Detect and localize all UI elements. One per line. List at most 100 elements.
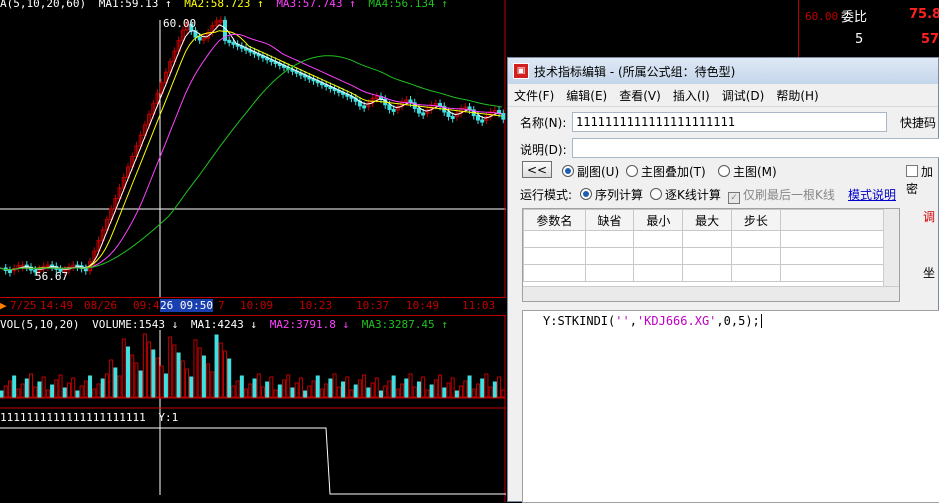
col-blank <box>779 209 899 231</box>
volume-bar <box>336 386 341 398</box>
volume-bar <box>121 338 126 398</box>
volume-bar <box>147 341 152 398</box>
ma4-line <box>0 55 502 271</box>
vol-legend-ma1: MA1:4243 ↓ <box>190 318 258 331</box>
quote-row-value: 57 <box>921 32 939 47</box>
col-param-name: 参数名 <box>523 209 586 231</box>
volume-bar <box>353 384 358 398</box>
menu-help[interactable]: 帮助(H) <box>770 87 824 104</box>
volume-bar <box>374 377 379 398</box>
table-vscrollbar[interactable] <box>883 209 899 287</box>
vol-legend-ma3: MA3:3287.45 ↑ <box>361 318 448 331</box>
volume-bar <box>71 377 76 398</box>
refresh-last-label: 仅刷最后一根K线 <box>743 188 835 202</box>
volume-bar <box>92 388 97 398</box>
volume-bar <box>79 385 84 398</box>
time-label: 10:23 <box>299 299 333 312</box>
volume-bar <box>185 368 190 398</box>
radio-mainchart[interactable]: 主图(M) <box>718 163 777 180</box>
volume-bar <box>341 381 346 398</box>
menu-debug[interactable]: 调试(D) <box>716 87 771 104</box>
time-label: 7 <box>218 299 225 312</box>
param-table[interactable]: 参数名 缺省 最小 最大 步长 <box>522 208 900 302</box>
time-label: 10:49 <box>406 299 440 312</box>
volume-bar <box>172 344 177 398</box>
time-label: 09:4 <box>133 299 160 312</box>
volume-bar <box>256 373 261 398</box>
volume-bar <box>332 373 337 398</box>
volume-bar <box>159 365 164 398</box>
candle-body <box>197 36 202 41</box>
volume-bar <box>239 375 244 398</box>
radio-mainchart-label: 主图(M) <box>733 165 777 179</box>
volume-bar <box>62 387 67 398</box>
vol-legend-name: VOL(5,10,20) <box>0 318 80 331</box>
volume-legend: VOL(5,10,20) VOLUME:1543 ↓ MA1:4243 ↓ MA… <box>0 318 454 331</box>
formula-editor[interactable]: Y:STKINDI('','KDJ666.XG',0,5); <box>522 310 939 503</box>
volume-bar <box>66 382 71 398</box>
radio-per-bar[interactable]: 逐K线计算 <box>650 186 721 203</box>
volume-bar <box>201 355 206 398</box>
price-legend-ma3: MA3:57.743 ↑ <box>276 0 356 10</box>
volume-bar <box>471 388 476 398</box>
candle-body <box>391 108 396 112</box>
volume-bar <box>480 378 485 398</box>
volume-bar <box>408 373 413 398</box>
formula-code[interactable]: Y:STKINDI('','KDJ666.XG',0,5); <box>543 314 760 328</box>
mode-help-link[interactable]: 模式说明 <box>848 186 896 203</box>
volume-bar <box>0 390 4 398</box>
volume-bar <box>75 390 80 398</box>
menu-insert[interactable]: 插入(I) <box>667 87 716 104</box>
time-label: 10:37 <box>356 299 390 312</box>
volume-bar <box>404 378 409 398</box>
price-legend: A(5,10,20,60) MA1:59.13 ↑ MA2:58.723 ↑ M… <box>0 0 454 10</box>
radio-subchart[interactable]: 副图(U) <box>562 163 619 180</box>
ma2-line <box>0 30 502 271</box>
volume-bar <box>235 380 240 398</box>
candle-body <box>501 113 506 120</box>
menu-file[interactable]: 文件(F) <box>508 87 560 104</box>
radio-overlay[interactable]: 主图叠加(T) <box>626 163 706 180</box>
chart-area[interactable] <box>0 0 507 502</box>
desc-input[interactable] <box>572 138 939 158</box>
table-hscrollbar[interactable] <box>523 286 899 301</box>
volume-bar <box>37 381 42 398</box>
refresh-last-checkbox[interactable]: ✓ 仅刷最后一根K线 <box>728 186 835 204</box>
dialog-title: 技术指标编辑 - (所属公式组：待色型) <box>534 64 736 79</box>
candle-body <box>231 41 236 45</box>
dialog-titlebar[interactable]: ▣ 技术指标编辑 - (所属公式组：待色型) <box>508 58 938 84</box>
quote-panel: 60.00 委比 75.8 5 57 <box>798 0 939 57</box>
volume-bar <box>151 349 156 398</box>
price-legend-name: A(5,10,20,60) <box>0 0 87 10</box>
collapse-button[interactable]: << <box>522 161 552 178</box>
menu-edit[interactable]: 编辑(E) <box>560 87 613 104</box>
time-cursor-label: 26 09:50 <box>160 299 213 312</box>
param-table-header: 参数名 缺省 最小 最大 步长 <box>523 209 899 231</box>
volume-bar <box>88 375 93 398</box>
indicator-line <box>0 427 506 495</box>
ma1-line <box>0 24 502 271</box>
radio-per-bar-label: 逐K线计算 <box>665 188 721 202</box>
radio-sequence-label: 序列计算 <box>595 188 644 202</box>
weibi-label: 委比 <box>841 10 868 25</box>
indicator-editor-dialog[interactable]: ▣ 技术指标编辑 - (所属公式组：待色型) 文件(F) 编辑(E) 查看(V)… <box>507 57 939 503</box>
radio-overlay-label: 主图叠加(T) <box>641 165 706 179</box>
col-default: 缺省 <box>584 209 635 231</box>
indicator-legend-value: Y:1 <box>158 411 179 424</box>
radio-sequence[interactable]: 序列计算 <box>580 186 643 203</box>
volume-bar <box>244 388 249 398</box>
volume-bar <box>412 386 417 398</box>
time-label: 10:09 <box>240 299 274 312</box>
name-input[interactable]: 1111111111111111111111 <box>572 112 887 132</box>
candle-body <box>387 104 392 110</box>
volume-bar <box>450 377 455 398</box>
volume-bar <box>298 377 303 398</box>
candle-body <box>446 111 451 117</box>
encrypt-checkbox[interactable]: 加密 <box>906 163 938 197</box>
side-label-debug: 调 <box>923 210 936 224</box>
volume-bar <box>100 378 105 398</box>
menu-view[interactable]: 查看(V) <box>613 87 667 104</box>
volume-bar <box>33 386 38 398</box>
volume-bar <box>497 376 502 398</box>
volume-bar <box>130 354 135 398</box>
